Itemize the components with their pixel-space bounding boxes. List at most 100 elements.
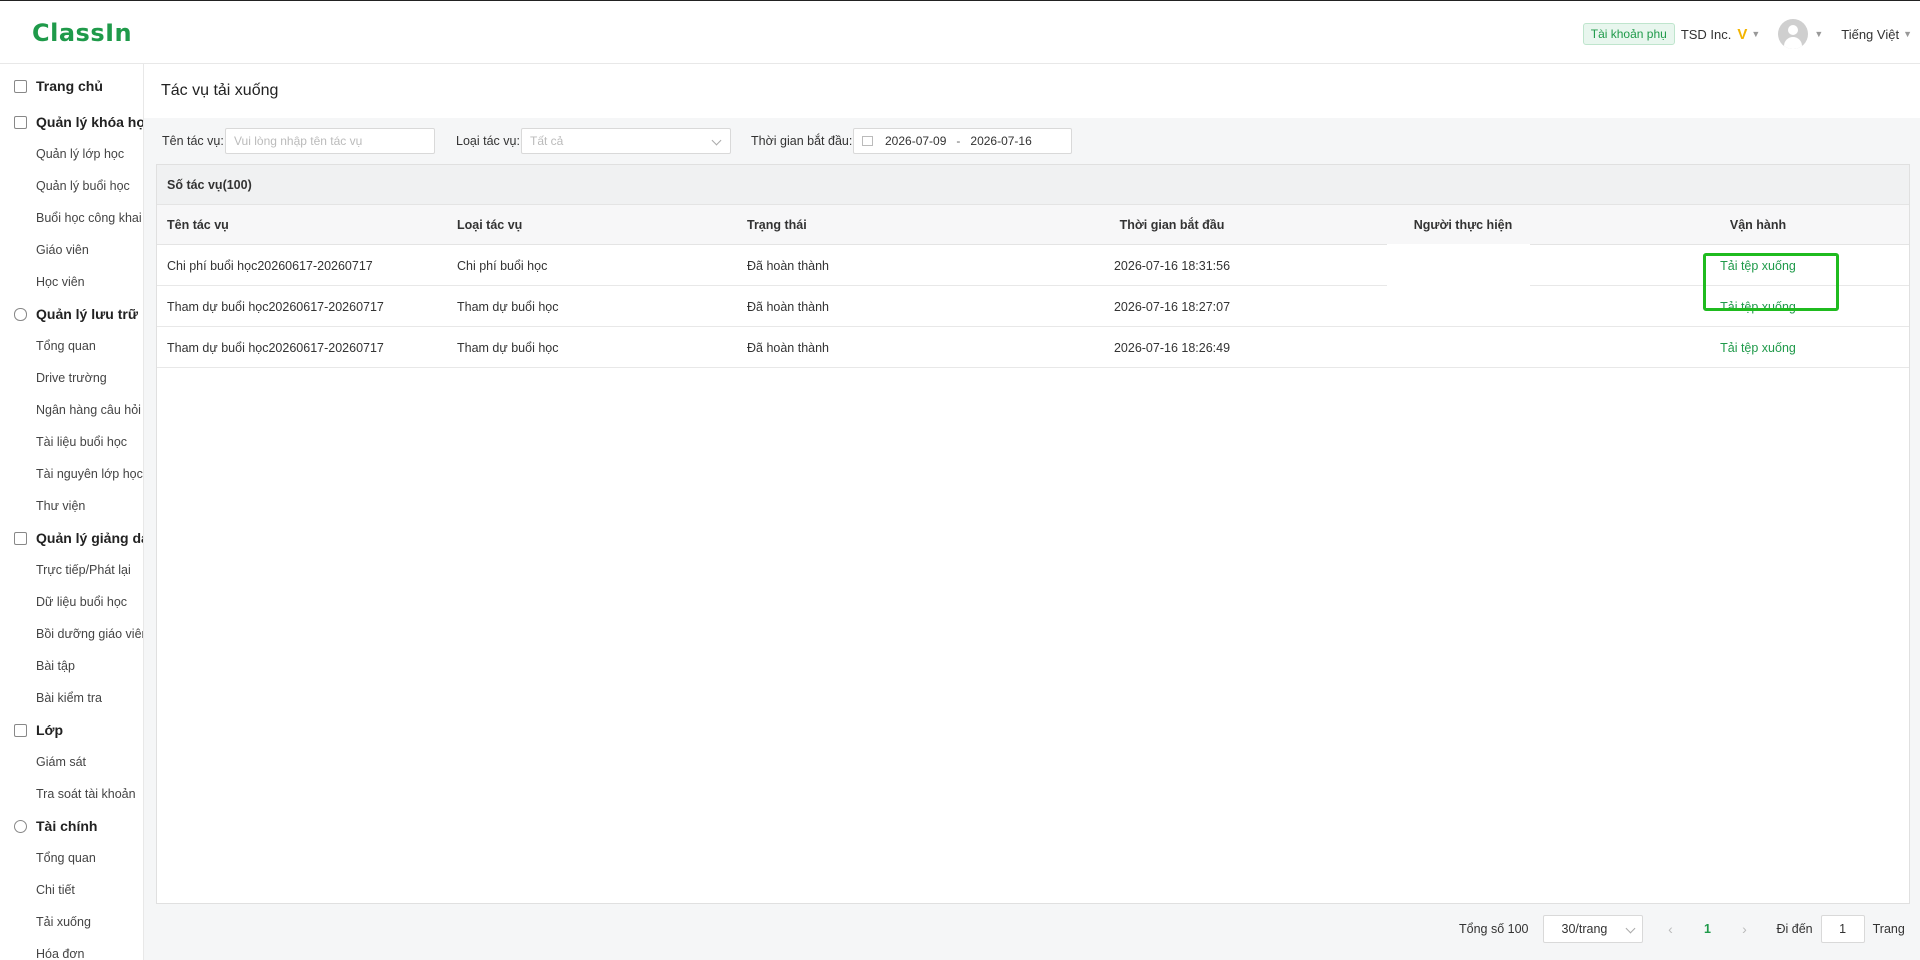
task-name-input[interactable]: Vui lòng nhập tên tác vụ bbox=[225, 128, 435, 154]
executor-redacted-area bbox=[1387, 244, 1530, 326]
sidebar-group-label: Quản lý khóa học bbox=[36, 114, 144, 130]
sidebar-item-school-drive[interactable]: Drive trường bbox=[36, 362, 107, 394]
home-icon bbox=[14, 79, 27, 93]
sidebar-item-public-sessions[interactable]: Buổi học công khai bbox=[36, 202, 142, 234]
page-suffix: Trang bbox=[1872, 922, 1905, 936]
sidebar-item-class-management[interactable]: Quản lý lớp học bbox=[36, 138, 124, 170]
download-file-link[interactable]: Tải tệp xuống bbox=[1720, 341, 1796, 355]
date-to[interactable]: 2026-07-16 bbox=[970, 134, 1031, 148]
task-type-select[interactable]: Tất cả bbox=[521, 128, 731, 154]
header-right: Tài khoản phụ TSD Inc. V ▼ ▼ Tiếng Việt … bbox=[1582, 19, 1912, 49]
sidebar-group-course[interactable]: Quản lý khóa học bbox=[0, 106, 144, 138]
sidebar-item-class-resources[interactable]: Tài nguyên lớp học bbox=[36, 458, 143, 490]
task-count-bar: Số tác vụ(100) bbox=[157, 165, 1909, 205]
language-chevron-down-icon[interactable]: ▼ bbox=[1903, 29, 1912, 39]
cell-task-name: Tham dự buổi học20260617-20260717 bbox=[167, 300, 384, 314]
chevron-down-icon bbox=[711, 135, 722, 146]
column-header-task-name: Tên tác vụ bbox=[167, 218, 229, 232]
pagination: Tổng số 100 30/trang ‹ 1 › Đi đến 1 Tran… bbox=[1459, 915, 1905, 943]
sidebar-group-label: Tài chính bbox=[36, 818, 98, 834]
prev-page-icon[interactable]: ‹ bbox=[1657, 915, 1685, 943]
sidebar-item-downloads[interactable]: Tải xuống bbox=[36, 906, 91, 938]
sidebar-item-session-management[interactable]: Quản lý buổi học bbox=[36, 170, 130, 202]
column-header-executor: Người thực hiện bbox=[1413, 218, 1513, 232]
sidebar-item-finance-detail[interactable]: Chi tiết bbox=[36, 874, 75, 906]
sidebar-item-teacher-training[interactable]: Bồi dưỡng giáo viên bbox=[36, 618, 143, 650]
language-selector[interactable]: Tiếng Việt bbox=[1841, 27, 1899, 42]
task-name-label: Tên tác vụ: bbox=[162, 134, 224, 148]
sidebar-group-label: Quản lý lưu trữ bbox=[36, 306, 138, 322]
task-table-panel: Số tác vụ(100) Tên tác vụ Loại tác vụ Tr… bbox=[156, 164, 1910, 904]
sidebar-item-session-data[interactable]: Dữ liệu buổi học bbox=[36, 586, 127, 618]
goto-page-input[interactable]: 1 bbox=[1820, 915, 1865, 943]
sidebar-group-storage[interactable]: Quản lý lưu trữ bbox=[0, 298, 143, 330]
course-icon bbox=[14, 115, 27, 129]
title-bar: Tác vụ tải xuống bbox=[144, 64, 1920, 118]
chevron-down-icon bbox=[1625, 923, 1635, 934]
task-type-value: Tất cả bbox=[530, 134, 564, 148]
avatar-chevron-down-icon[interactable]: ▼ bbox=[1814, 29, 1823, 39]
cloud-icon bbox=[14, 307, 27, 321]
sidebar-item-invoices[interactable]: Hóa đơn bbox=[36, 938, 85, 960]
top-header: ClassIn Tài khoản phụ TSD Inc. V ▼ ▼ Tiế… bbox=[0, 0, 1920, 64]
cell-start-time: 2026-07-16 18:31:56 bbox=[1113, 259, 1231, 273]
sidebar-item-session-materials[interactable]: Tài liệu buổi học bbox=[36, 426, 127, 458]
date-range-picker[interactable]: 2026-07-09 - 2026-07-16 bbox=[853, 128, 1072, 154]
sidebar-item-finance-overview[interactable]: Tổng quan bbox=[36, 842, 96, 874]
sidebar-group-label: Lớp bbox=[36, 722, 64, 738]
cell-status: Đã hoàn thành bbox=[747, 341, 830, 355]
cell-status: Đã hoàn thành bbox=[747, 259, 830, 273]
classin-logo[interactable]: ClassIn bbox=[32, 19, 132, 47]
avatar[interactable] bbox=[1778, 19, 1809, 49]
table-header: Tên tác vụ Loại tác vụ Trạng thái Thời g… bbox=[157, 205, 1909, 245]
column-header-actions: Vận hành bbox=[1729, 218, 1787, 232]
sidebar-item-account-review[interactable]: Tra soát tài khoản bbox=[36, 778, 136, 810]
table-row: Tham dự buổi học20260617-20260717 Tham d… bbox=[157, 286, 1909, 327]
total-count: Tổng số 100 bbox=[1459, 922, 1529, 936]
sidebar-group-class[interactable]: Lớp bbox=[0, 714, 143, 746]
date-from[interactable]: 2026-07-09 bbox=[885, 134, 946, 148]
filter-bar: Tên tác vụ: Vui lòng nhập tên tác vụ Loạ… bbox=[144, 126, 1920, 156]
sidebar-item-assignments[interactable]: Bài tập bbox=[36, 650, 75, 682]
task-type-label: Loại tác vụ: bbox=[456, 134, 520, 148]
table-row: Chi phí buổi học20260617-20260717 Chi ph… bbox=[157, 245, 1909, 286]
cell-task-type: Tham dự buổi học bbox=[457, 300, 559, 314]
page-size-select[interactable]: 30/trang bbox=[1542, 915, 1643, 943]
org-chevron-down-icon[interactable]: ▼ bbox=[1751, 29, 1760, 39]
calendar-icon bbox=[862, 136, 873, 146]
cell-task-type: Tham dự buổi học bbox=[457, 341, 559, 355]
sidebar-item-students[interactable]: Học viên bbox=[36, 266, 85, 298]
goto-label: Đi đến bbox=[1776, 922, 1813, 936]
cell-task-type: Chi phí buổi học bbox=[457, 259, 548, 273]
main-content: Tác vụ tải xuống Tên tác vụ: Vui lòng nh… bbox=[144, 64, 1920, 960]
sidebar-group-finance[interactable]: Tài chính bbox=[0, 810, 143, 842]
task-count: Số tác vụ(100) bbox=[167, 178, 252, 192]
finance-icon bbox=[14, 819, 27, 833]
cell-start-time: 2026-07-16 18:27:07 bbox=[1113, 300, 1231, 314]
sidebar-item-storage-overview[interactable]: Tổng quan bbox=[36, 330, 96, 362]
sidebar-item-question-bank[interactable]: Ngân hàng câu hỏi bbox=[36, 394, 141, 426]
page-number-current[interactable]: 1 bbox=[1693, 915, 1723, 943]
sidebar-item-live-playback[interactable]: Trực tiếp/Phát lại bbox=[36, 554, 131, 586]
sidebar-item-monitoring[interactable]: Giám sát bbox=[36, 746, 86, 778]
table-row: Tham dự buổi học20260617-20260717 Tham d… bbox=[157, 327, 1909, 368]
org-name[interactable]: TSD Inc. bbox=[1681, 27, 1732, 42]
next-page-icon[interactable]: › bbox=[1731, 915, 1759, 943]
sidebar-item-exams[interactable]: Bài kiểm tra bbox=[36, 682, 102, 714]
sidebar-group-label: Trang chủ bbox=[36, 78, 103, 94]
column-header-task-type: Loại tác vụ bbox=[457, 218, 523, 232]
teaching-icon bbox=[14, 531, 27, 545]
sidebar-item-library[interactable]: Thư viện bbox=[36, 490, 85, 522]
date-separator: - bbox=[956, 134, 961, 148]
cell-task-name: Chi phí buổi học20260617-20260717 bbox=[167, 259, 373, 273]
highlight-box bbox=[1703, 253, 1839, 311]
cell-status: Đã hoàn thành bbox=[747, 300, 830, 314]
column-header-start-time: Thời gian bắt đầu bbox=[1119, 218, 1225, 232]
sidebar-item-teachers[interactable]: Giáo viên bbox=[36, 234, 89, 266]
sidebar-group-home[interactable]: Trang chủ bbox=[0, 70, 143, 102]
class-icon bbox=[14, 723, 27, 737]
vip-icon: V bbox=[1737, 25, 1748, 43]
cell-task-name: Tham dự buổi học20260617-20260717 bbox=[167, 341, 384, 355]
sidebar-group-teaching[interactable]: Quản lý giảng dạy bbox=[0, 522, 143, 554]
cell-start-time: 2026-07-16 18:26:49 bbox=[1113, 341, 1231, 355]
